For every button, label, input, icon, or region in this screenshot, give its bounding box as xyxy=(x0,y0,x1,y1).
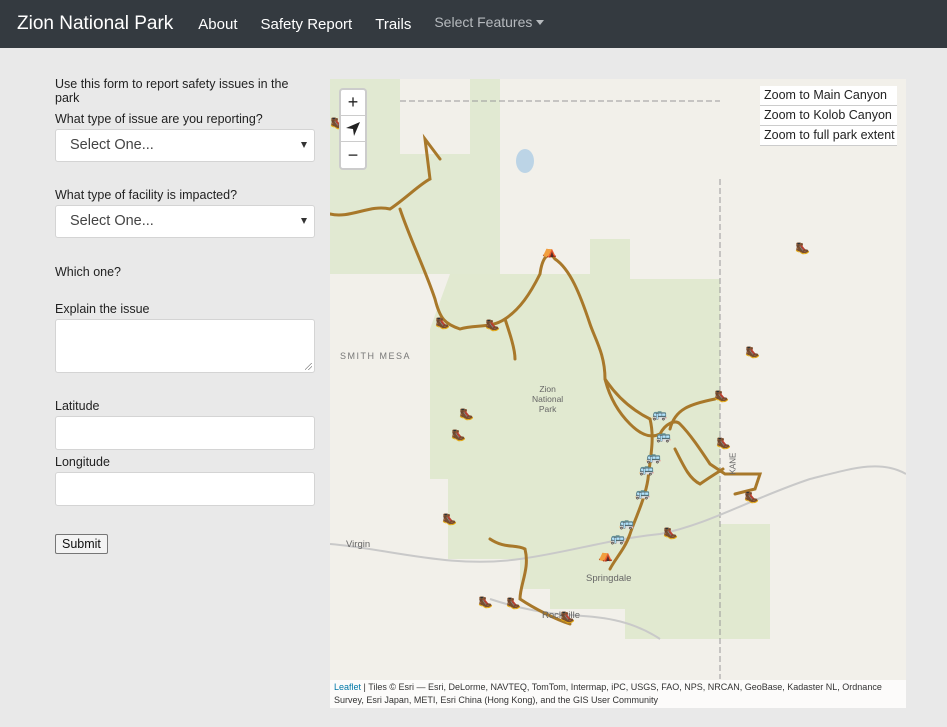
zoom-out-button[interactable]: − xyxy=(341,142,365,168)
campground-icon[interactable]: ⛺ xyxy=(598,549,613,561)
location-arrow-icon xyxy=(346,121,360,136)
nav-trails[interactable]: Trails xyxy=(375,16,411,33)
bus-icon[interactable]: 🚌 xyxy=(656,430,671,442)
hiker-icon[interactable]: 🥾 xyxy=(560,611,575,623)
bus-icon[interactable]: 🚌 xyxy=(639,463,654,475)
map-attribution: Leaflet | Tiles © Esri — Esri, DeLorme, … xyxy=(330,680,906,708)
bus-icon[interactable]: 🚌 xyxy=(610,532,625,544)
bus-icon[interactable]: 🚌 xyxy=(635,487,650,499)
nav-safety-report[interactable]: Safety Report xyxy=(261,16,353,33)
caret-down-icon xyxy=(536,20,545,26)
which-one-label: Which one? xyxy=(55,265,122,279)
brand-title[interactable]: Zion National Park xyxy=(17,13,173,35)
place-label-kane: KANE xyxy=(728,452,738,475)
hiker-icon[interactable]: 🥾 xyxy=(485,319,500,331)
issue-type-label: What type of issue are you reporting? xyxy=(55,112,263,126)
longitude-input[interactable] xyxy=(55,472,315,506)
select-arrow-icon xyxy=(301,142,307,148)
bus-icon[interactable]: 🚌 xyxy=(619,517,634,529)
hiker-icon[interactable]: 🥾 xyxy=(442,513,457,525)
place-label-smith-mesa: SMITH MESA xyxy=(340,351,412,361)
latitude-label: Latitude xyxy=(55,399,100,413)
zoom-main-canyon-link[interactable]: Zoom to Main Canyon xyxy=(760,86,897,106)
hiker-icon[interactable]: 🥾 xyxy=(744,491,759,503)
hiker-icon[interactable]: 🥾 xyxy=(459,408,474,420)
map-view[interactable]: SMITH MESA Zion National Park Virgin Spr… xyxy=(330,79,906,708)
select-arrow-icon xyxy=(301,218,307,224)
zoom-in-button[interactable]: + xyxy=(341,90,365,116)
facility-type-label: What type of facility is impacted? xyxy=(55,188,238,202)
hiker-icon[interactable]: 🥾 xyxy=(451,429,466,441)
park-label-line1: Zion xyxy=(539,384,556,394)
place-label-virgin: Virgin xyxy=(346,539,371,550)
latitude-input[interactable] xyxy=(55,416,315,450)
attribution-text: | Tiles © Esri — Esri, DeLorme, NAVTEQ, … xyxy=(334,682,882,705)
issue-type-value: Select One... xyxy=(70,137,154,153)
place-label-springdale: Springdale xyxy=(586,573,632,584)
nav-select-features-dropdown[interactable]: Select Features xyxy=(434,13,545,30)
leaflet-link[interactable]: Leaflet xyxy=(334,682,361,692)
hiker-icon[interactable]: 🥾 xyxy=(716,437,731,449)
form-intro: Use this form to report safety issues in… xyxy=(55,77,289,105)
hiker-icon[interactable]: 🥾 xyxy=(714,390,729,402)
resize-grip-icon[interactable] xyxy=(305,363,312,370)
longitude-label: Longitude xyxy=(55,455,110,469)
park-label-line3: Park xyxy=(538,404,557,414)
hiker-icon[interactable]: 🥾 xyxy=(745,346,760,358)
zoom-full-extent-link[interactable]: Zoom to full park extent xyxy=(760,126,897,146)
issue-type-select[interactable]: Select One... xyxy=(55,129,315,162)
park-label-line2: National xyxy=(532,394,564,404)
reservoir xyxy=(516,149,534,173)
hiker-icon[interactable]: 🥾 xyxy=(506,597,521,609)
submit-button[interactable]: Submit xyxy=(55,534,108,554)
zoom-links-panel: Zoom to Main Canyon Zoom to Kolob Canyon… xyxy=(760,86,897,146)
hiker-icon[interactable]: 🥾 xyxy=(663,527,678,539)
explain-textarea[interactable] xyxy=(55,319,315,373)
hiker-icon[interactable]: 🥾 xyxy=(795,242,810,254)
nav-about[interactable]: About xyxy=(198,16,237,33)
hiker-icon[interactable]: 🥾 xyxy=(478,596,493,608)
hiker-icon[interactable]: 🥾 xyxy=(435,317,450,329)
place-label-zion-park: Zion National Park xyxy=(532,384,563,414)
zoom-control: + − xyxy=(339,88,367,170)
zoom-kolob-canyon-link[interactable]: Zoom to Kolob Canyon xyxy=(760,106,897,126)
dropdown-label: Select Features xyxy=(434,13,533,30)
explain-label: Explain the issue xyxy=(55,302,150,316)
locate-button[interactable] xyxy=(341,116,365,142)
facility-type-select[interactable]: Select One... xyxy=(55,205,315,238)
safety-report-form: Use this form to report safety issues in… xyxy=(55,77,315,554)
top-navbar: Zion National Park About Safety Report T… xyxy=(0,0,947,48)
bus-icon[interactable]: 🚌 xyxy=(652,408,667,420)
map-basemap[interactable] xyxy=(330,79,906,708)
facility-type-value: Select One... xyxy=(70,213,154,229)
campground-icon[interactable]: ⛺ xyxy=(542,245,557,257)
